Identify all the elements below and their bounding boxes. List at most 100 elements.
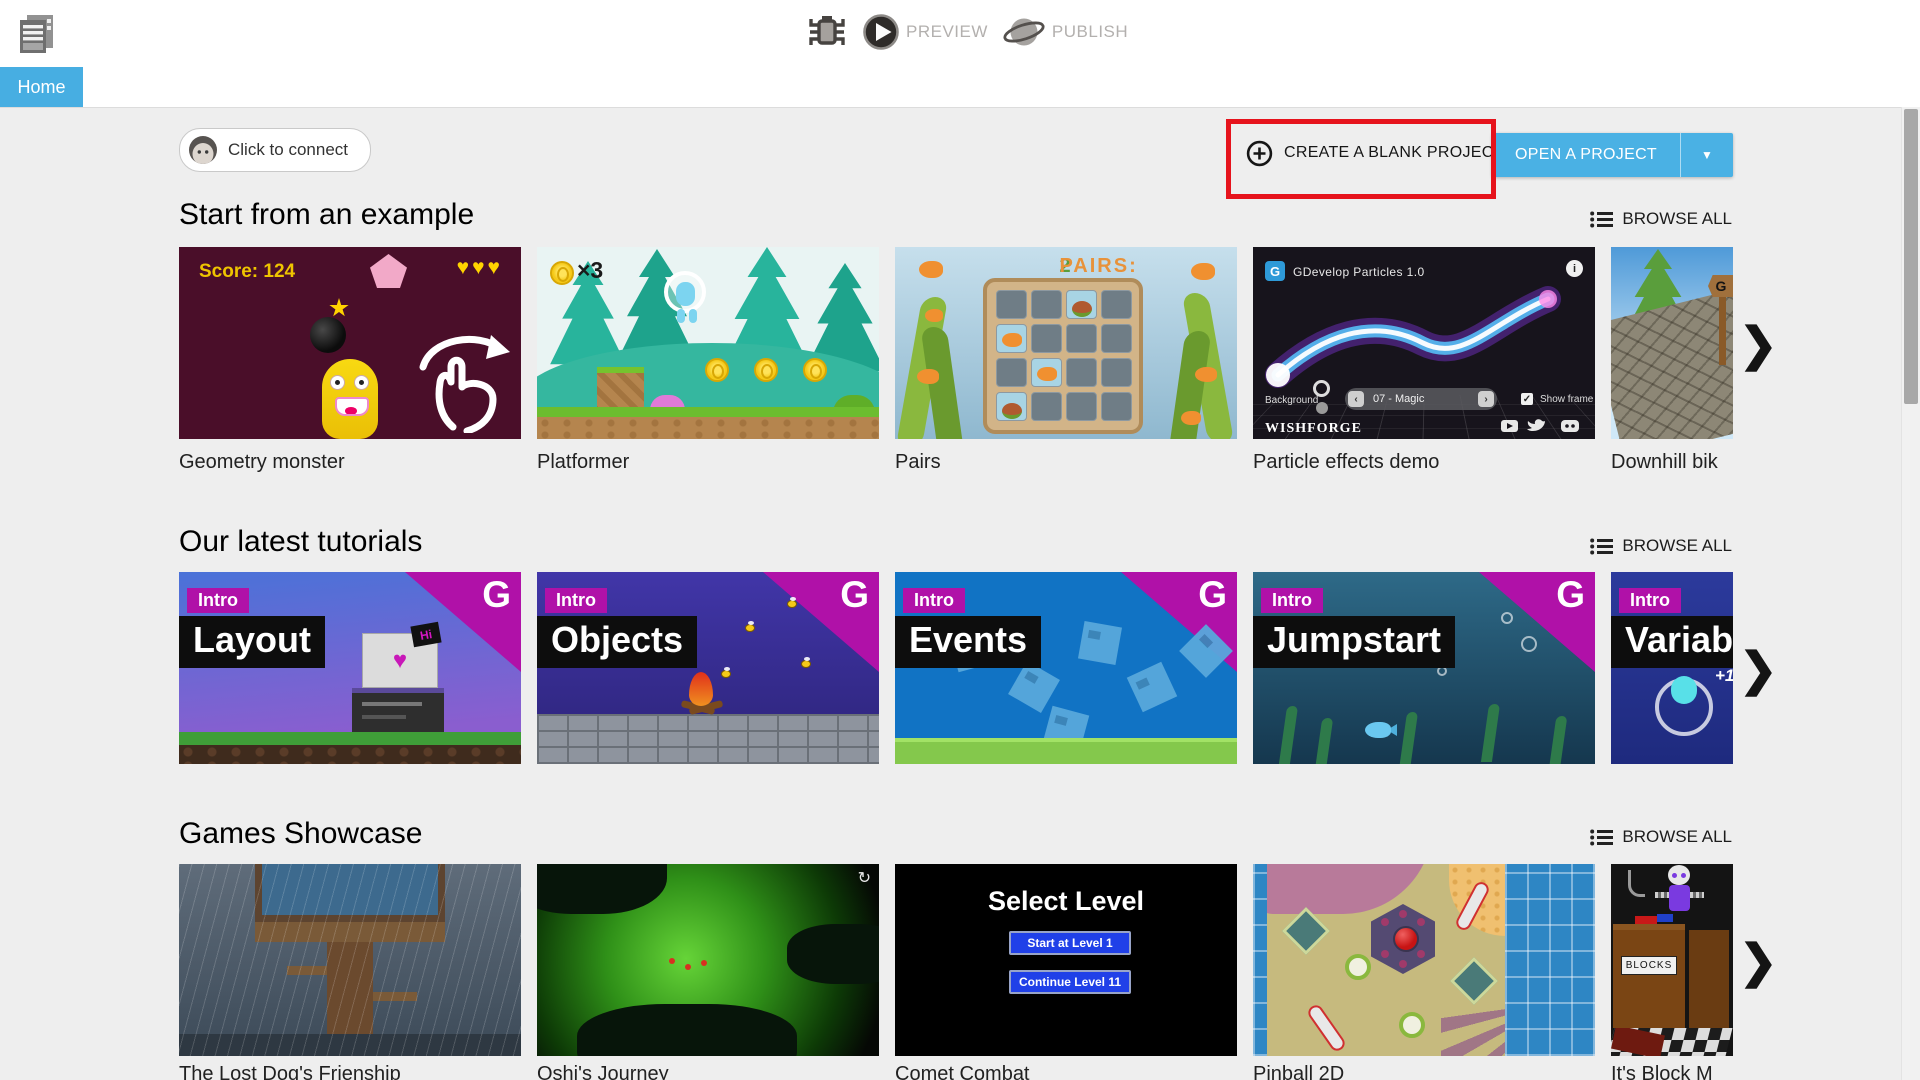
- debugger-button[interactable]: [806, 12, 848, 52]
- red-ball: [1393, 926, 1419, 952]
- pairs-score: PAIRS: 2: [895, 255, 1237, 278]
- showcase-next-arrow[interactable]: ❯: [1739, 938, 1778, 984]
- cat-doll-arm: [1655, 892, 1669, 898]
- gdevelop-window: PREVIEW PUBLISH Home Click to connect CR…: [0, 0, 1920, 1080]
- checkbox-icon: ✓: [1521, 393, 1533, 405]
- tutorial-card-events[interactable]: G Intro Events: [895, 572, 1237, 764]
- open-project-label[interactable]: OPEN A PROJECT: [1492, 133, 1680, 177]
- bomb-shape: [310, 317, 346, 353]
- plus-circle-icon: [1246, 140, 1273, 166]
- project-manager-menu-button[interactable]: [14, 10, 60, 56]
- capsule-lane: [1305, 1002, 1348, 1054]
- grass-strip: [179, 732, 521, 745]
- grass-strip: [895, 738, 1237, 764]
- create-blank-project-button[interactable]: CREATE A BLANK PROJECT: [1246, 131, 1504, 175]
- example-card-platformer[interactable]: ×3: [537, 247, 879, 439]
- pentagon-shape: [370, 254, 407, 288]
- showcase-labels: The Lost Dog's Frienship Oshi's Journey …: [179, 1063, 1733, 1080]
- next-arrow: ›: [1478, 391, 1494, 407]
- showcase-card-blocks[interactable]: BLOCKS: [1611, 864, 1733, 1056]
- bee: [745, 621, 755, 632]
- examples-next-arrow[interactable]: ❯: [1739, 321, 1778, 367]
- tutorial-card-jumpstart[interactable]: G Intro Jumpstart: [1253, 572, 1595, 764]
- intro-badge: Intro: [1261, 588, 1323, 613]
- toolbar: PREVIEW PUBLISH: [806, 10, 1128, 54]
- tutorial-card-layout[interactable]: G ♥ Hi Intro Layout: [179, 572, 521, 764]
- diamond-slider: [1281, 906, 1331, 956]
- fish: [1195, 367, 1217, 382]
- info-icon: i: [1566, 260, 1583, 277]
- section-title-tutorials: Our latest tutorials: [179, 525, 423, 558]
- pages-icon: [20, 15, 53, 53]
- bubble: [1521, 636, 1537, 652]
- tab-home[interactable]: Home: [0, 67, 83, 107]
- card-label[interactable]: Comet Combat: [895, 1063, 1030, 1080]
- tutorial-card-variables[interactable]: +1 Intro Variab: [1611, 572, 1733, 764]
- browse-all-showcase[interactable]: BROWSE ALL: [1590, 827, 1732, 847]
- tutorial-title: Variab: [1611, 616, 1733, 668]
- example-card-geometry-monster[interactable]: Score: 124 ♥♥♥: [179, 247, 521, 439]
- browse-all-examples[interactable]: BROWSE ALL: [1590, 209, 1732, 229]
- showcase-card-lost-dog[interactable]: [179, 864, 521, 1056]
- preview-button[interactable]: PREVIEW: [862, 13, 988, 51]
- fish: [1191, 263, 1215, 280]
- examples-carousel: Score: 124 ♥♥♥ ×3 PAIRS: 2 G GDevelop Pa…: [179, 247, 1733, 439]
- seaweed: [1480, 704, 1501, 762]
- sign-pole: [1719, 295, 1726, 365]
- fish: [917, 369, 939, 384]
- intro-badge: Intro: [545, 588, 607, 613]
- prev-arrow: ‹: [1348, 391, 1364, 407]
- browse-all-label: BROWSE ALL: [1622, 536, 1732, 555]
- card-label[interactable]: Downhill bik: [1611, 451, 1718, 474]
- cat-doll-arm: [1690, 892, 1704, 898]
- card-label[interactable]: Pairs: [895, 451, 941, 474]
- open-project-dropdown[interactable]: ▼: [1680, 133, 1733, 177]
- examples-labels: Geometry monster Platformer Pairs Partic…: [179, 451, 1733, 479]
- cat-doll-head: [1668, 865, 1690, 885]
- spark-shape: [329, 298, 349, 317]
- effect-selector: ‹ 07 - Magic ›: [1345, 388, 1497, 410]
- example-card-pairs[interactable]: PAIRS: 2: [895, 247, 1237, 439]
- dirt-strip: [179, 745, 521, 764]
- bee: [721, 667, 731, 678]
- card-label[interactable]: Pinball 2D: [1253, 1063, 1344, 1080]
- hearts-icons: ♥♥♥: [456, 256, 503, 279]
- card-label[interactable]: Platformer: [537, 451, 629, 474]
- list-icon: [1590, 829, 1614, 845]
- connect-button[interactable]: Click to connect: [179, 128, 371, 172]
- showcase-card-pinball[interactable]: [1253, 864, 1595, 1056]
- desk: [1689, 930, 1729, 1028]
- open-project-button[interactable]: OPEN A PROJECT ▼: [1492, 133, 1733, 177]
- browse-all-tutorials[interactable]: BROWSE ALL: [1590, 536, 1732, 556]
- showcase-card-oshi[interactable]: ↻: [537, 864, 879, 1056]
- browse-all-label: BROWSE ALL: [1622, 209, 1732, 228]
- falling-sprite: [1077, 620, 1123, 666]
- publish-label: PUBLISH: [1051, 22, 1129, 41]
- example-card-particle-effects[interactable]: G GDevelop Particles 1.0 i Background ‹ …: [1253, 247, 1595, 439]
- card-label[interactable]: It's Block M: [1611, 1063, 1713, 1080]
- tutorial-card-objects[interactable]: G Intro Objects: [537, 572, 879, 764]
- card-label[interactable]: The Lost Dog's Frienship: [179, 1063, 401, 1080]
- showcase-carousel: ↻ Select Level Start at Level 1 Continue…: [179, 864, 1733, 1056]
- card-label[interactable]: Oshi's Journey: [537, 1063, 669, 1080]
- particles-title: GDevelop Particles 1.0: [1293, 265, 1425, 279]
- falling-sprite: [1126, 661, 1178, 713]
- dresser: BLOCKS: [1613, 924, 1685, 1028]
- tutorial-title: Layout: [179, 616, 326, 668]
- tutorials-next-arrow[interactable]: ❯: [1739, 646, 1778, 692]
- card-label[interactable]: Geometry monster: [179, 451, 345, 474]
- example-card-downhill[interactable]: G: [1611, 247, 1733, 439]
- tutorials-carousel: G ♥ Hi Intro Layout G Intro Objects G In…: [179, 572, 1733, 764]
- intro-badge: Intro: [1619, 588, 1681, 613]
- background-label: Background: [1265, 395, 1319, 406]
- intro-badge: Intro: [187, 588, 249, 613]
- publish-button[interactable]: PUBLISH: [1002, 13, 1128, 51]
- scrollbar-thumb[interactable]: [1904, 109, 1918, 404]
- cat-doll-body: [1669, 885, 1690, 911]
- card-label[interactable]: Particle effects demo: [1253, 451, 1439, 474]
- score-text: Score: 124: [199, 261, 296, 282]
- round-bumper: [1399, 1012, 1425, 1038]
- showcase-card-comet-combat[interactable]: Select Level Start at Level 1 Continue L…: [895, 864, 1237, 1056]
- pairs-label: PAIRS:: [1059, 255, 1138, 277]
- color-dot: [1316, 402, 1328, 414]
